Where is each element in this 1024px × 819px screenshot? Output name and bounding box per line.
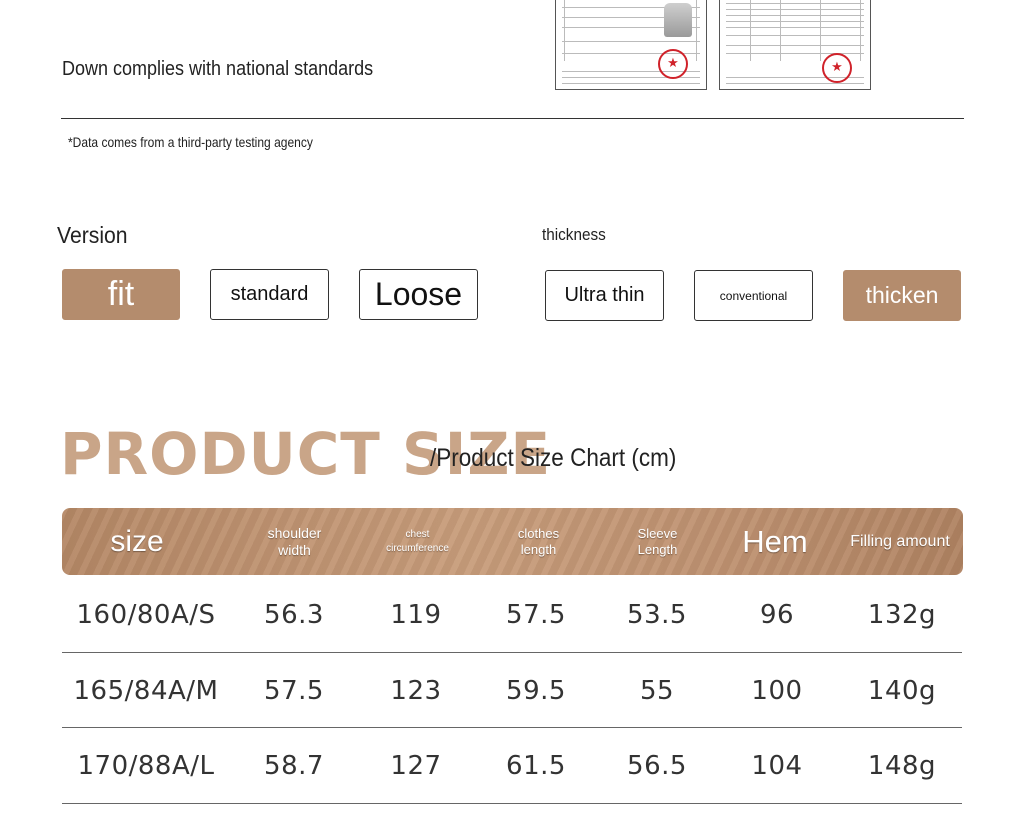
cell-sleeve-length: 55	[639, 675, 675, 706]
cell-clothes-length: 59.5	[506, 675, 566, 706]
option-label: conventional	[719, 288, 788, 303]
cell-chest: 127	[390, 750, 442, 781]
option-label: thicken	[865, 282, 939, 308]
option-label: Loose	[374, 276, 463, 312]
cell-size: 165/84A/M	[73, 675, 219, 706]
thickness-label: thickness	[542, 225, 606, 244]
thickness-option-conventional[interactable]: conventional	[694, 270, 813, 321]
standards-statement: Down complies with national standards	[62, 58, 374, 80]
header-label: length	[520, 541, 557, 557]
table-row: 170/88A/L 58.7 127 61.5 56.5 104 148g	[62, 728, 963, 803]
cell-filling-amount: 132g	[867, 599, 937, 630]
row-divider	[62, 803, 962, 804]
header-shoulder-width: shoulder width	[222, 508, 367, 575]
cell-chest: 123	[390, 675, 442, 706]
data-source-note: *Data comes from a third-party testing a…	[68, 134, 313, 150]
version-option-loose[interactable]: Loose	[359, 269, 478, 320]
header-label: shoulder	[267, 524, 322, 541]
cell-hem: 96	[759, 599, 795, 630]
cell-size: 160/80A/S	[76, 599, 216, 630]
size-table-header: size shoulder width chest circumference …	[62, 508, 963, 575]
cell-clothes-length: 57.5	[506, 599, 566, 630]
header-hem: Hem	[715, 508, 835, 575]
header-label: Hem	[742, 523, 808, 559]
cell-size: 170/88A/L	[77, 750, 215, 781]
header-label: chest	[405, 528, 430, 540]
version-label: Version	[57, 222, 128, 248]
table-row: 160/80A/S 56.3 119 57.5 53.5 96 132g	[62, 577, 963, 652]
thickness-option-ultra-thin[interactable]: Ultra thin	[545, 270, 664, 321]
header-label: width	[278, 541, 311, 558]
thickness-option-thicken[interactable]: thicken	[843, 270, 961, 321]
cell-sleeve-length: 56.5	[627, 750, 687, 781]
header-label: size	[110, 524, 164, 558]
product-size-subtitle: /Product Size Chart (cm)	[430, 444, 677, 472]
cell-chest: 119	[390, 599, 442, 630]
option-label: standard	[230, 283, 309, 305]
test-report-image-1: ★	[555, 0, 707, 90]
cell-hem: 104	[751, 750, 803, 781]
option-label: Ultra thin	[564, 284, 645, 306]
cell-sleeve-length: 53.5	[627, 599, 687, 630]
header-chest-circumference: chest circumference	[355, 508, 480, 575]
header-clothes-length: clothes length	[476, 508, 601, 575]
header-size: size	[62, 508, 212, 575]
test-report-image-2: ★	[719, 0, 871, 90]
version-option-fit[interactable]: fit	[62, 269, 180, 320]
cell-hem: 100	[751, 675, 803, 706]
jacket-photo-icon	[664, 3, 692, 37]
option-label: fit	[107, 275, 135, 313]
red-seal-icon: ★	[658, 49, 688, 79]
header-label: Filling amount	[850, 532, 950, 550]
header-label: clothes	[517, 525, 560, 541]
cell-filling-amount: 140g	[867, 675, 937, 706]
cell-shoulder-width: 57.5	[264, 675, 324, 706]
cell-shoulder-width: 56.3	[264, 599, 324, 630]
header-filling-amount: Filling amount	[840, 508, 960, 575]
cell-filling-amount: 148g	[867, 750, 937, 781]
header-sleeve-length: Sleeve Length	[595, 508, 720, 575]
red-seal-icon: ★	[822, 53, 852, 83]
header-label: Sleeve	[637, 525, 678, 541]
cell-clothes-length: 61.5	[506, 750, 566, 781]
header-label: Length	[637, 541, 678, 557]
version-option-standard[interactable]: standard	[210, 269, 329, 320]
divider	[61, 118, 964, 119]
cell-shoulder-width: 58.7	[264, 750, 324, 781]
table-row: 165/84A/M 57.5 123 59.5 55 100 140g	[62, 653, 963, 728]
header-label: circumference	[386, 542, 449, 554]
